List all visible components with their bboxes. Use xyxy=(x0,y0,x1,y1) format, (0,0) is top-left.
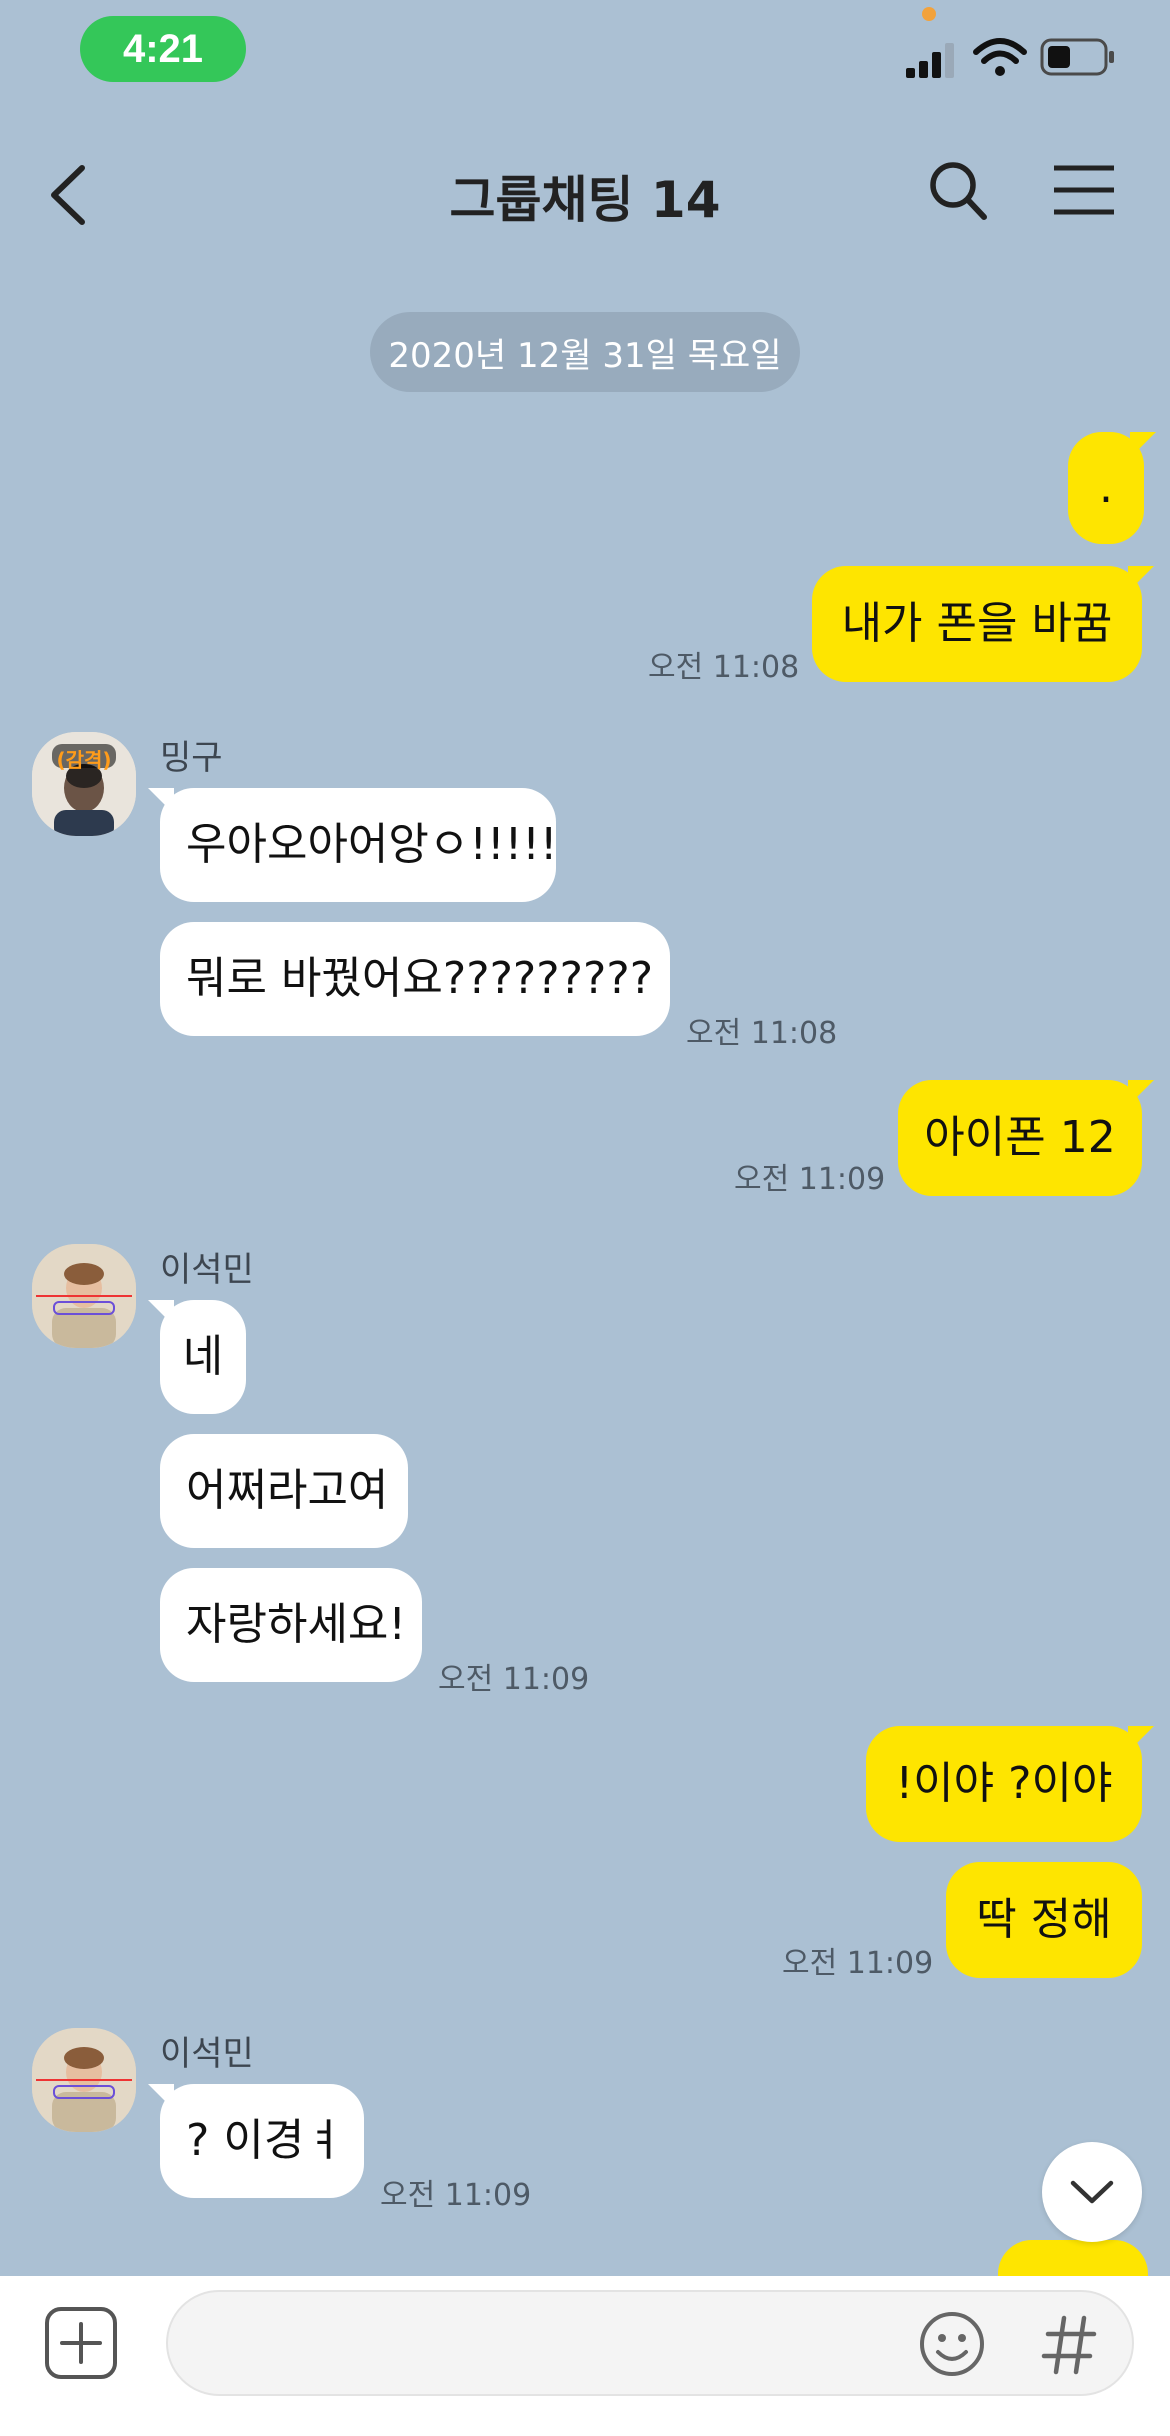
message-text: 우아오아어앙ㅇ!!!!! xyxy=(186,818,558,870)
avatar[interactable] xyxy=(32,1244,136,1348)
sender-name: 이석민 xyxy=(160,2034,254,2074)
my-message-bubble[interactable]: . xyxy=(1068,432,1156,544)
message-text: 자랑하세요! xyxy=(186,1598,407,1650)
message-time: 오전 11:09 xyxy=(782,1946,934,1981)
search-icon[interactable] xyxy=(928,160,988,224)
their-message-bubble[interactable]: 어쩌라고여 xyxy=(160,1434,408,1548)
my-message-bubble[interactable]: !이야 ?이야 xyxy=(866,1726,1154,1842)
scroll-to-bottom-button[interactable] xyxy=(1042,2142,1142,2242)
their-message-bubble[interactable]: 우아오아어앙ㅇ!!!!! xyxy=(148,788,558,902)
chat-title: 그룹채팅 14 xyxy=(449,171,721,229)
message-text: 뭐로 바꿨어요????????? xyxy=(186,952,654,1004)
sender-name: 밍구 xyxy=(160,738,223,778)
plus-square-icon[interactable] xyxy=(44,2306,118,2380)
message-text: !이야 ?이야 xyxy=(895,1757,1113,1809)
wifi-icon xyxy=(973,38,1027,76)
emoji-icon[interactable] xyxy=(918,2310,986,2378)
date-divider: 2020년 12월 31일 목요일 xyxy=(370,312,800,392)
message-text: ? 이경ㅕ xyxy=(186,2114,345,2166)
message-text: 어쩌라고여 xyxy=(186,1464,389,1516)
signal-icon xyxy=(906,43,954,78)
message-time: 오전 11:08 xyxy=(648,650,800,685)
profile-photo-icon xyxy=(32,2028,136,2132)
message-time: 오전 11:09 xyxy=(734,1162,886,1197)
my-message-bubble[interactable]: 내가 폰을 바꿈 xyxy=(812,566,1154,682)
their-message-bubble[interactable]: ? 이경ㅕ xyxy=(148,2084,364,2198)
privacy-indicator-dot xyxy=(922,7,936,21)
message-time: 오전 11:09 xyxy=(438,1662,590,1697)
avatar[interactable]: (감격) xyxy=(32,732,136,836)
message-text: 딱 정해 xyxy=(976,1893,1112,1945)
menu-icon[interactable] xyxy=(1052,164,1116,216)
message-time: 오전 11:09 xyxy=(380,2178,532,2213)
avatar-badge: (감격) xyxy=(56,748,112,772)
message-text: 네 xyxy=(182,1330,224,1382)
battery-icon xyxy=(1040,38,1114,76)
message-input[interactable] xyxy=(166,2290,1134,2396)
status-time: 4:21 xyxy=(80,16,246,82)
their-message-bubble[interactable]: 뭐로 바꿨어요????????? xyxy=(160,922,670,1036)
message-text: 아이폰 12 xyxy=(924,1111,1116,1163)
avatar[interactable] xyxy=(32,2028,136,2132)
hashtag-icon[interactable] xyxy=(1040,2312,1100,2378)
message-text: 내가 폰을 바꿈 xyxy=(841,597,1113,649)
profile-photo-icon xyxy=(32,1244,136,1348)
my-message-bubble[interactable]: 딱 정해 xyxy=(946,1862,1142,1978)
sender-name: 이석민 xyxy=(160,1250,254,1290)
message-time: 오전 11:08 xyxy=(686,1016,838,1051)
their-message-bubble[interactable]: 자랑하세요! xyxy=(160,1568,422,1682)
chevron-down-icon xyxy=(1070,2180,1114,2204)
message-text: . xyxy=(1099,461,1113,513)
my-message-bubble[interactable]: 아이폰 12 xyxy=(898,1080,1154,1196)
their-message-bubble[interactable]: 네 xyxy=(148,1300,246,1414)
